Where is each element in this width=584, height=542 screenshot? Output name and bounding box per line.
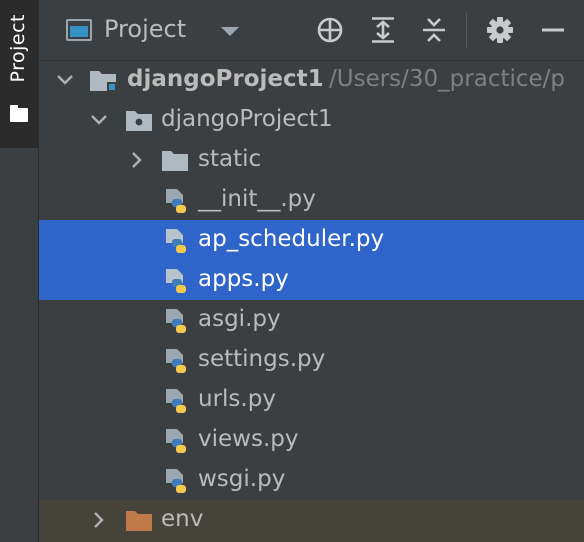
tool-window-strip: Project — [0, 0, 39, 542]
collapse-all-icon[interactable] — [420, 16, 448, 44]
python-file-icon — [166, 469, 186, 493]
python-file-icon — [166, 269, 186, 293]
expand-all-icon[interactable] — [369, 16, 397, 44]
project-tree: djangoProject1 /Users/30_practice/p djan… — [39, 60, 584, 542]
tree-row-file[interactable]: asgi.py — [39, 300, 584, 340]
chevron-down-icon[interactable] — [55, 70, 75, 90]
tree-row-file-selected[interactable]: ap_scheduler.py — [39, 220, 584, 260]
toolbar-separator — [466, 12, 467, 48]
excluded-folder-icon — [126, 511, 152, 531]
root-folder-path: /Users/30_practice/p — [329, 66, 566, 92]
tree-row-file[interactable]: settings.py — [39, 340, 584, 380]
tree-row-file[interactable]: __init__.py — [39, 180, 584, 220]
project-toolbar: Project — [39, 0, 584, 61]
python-file-icon — [166, 189, 186, 213]
tree-row-static[interactable]: static — [39, 140, 584, 180]
python-file-icon — [166, 229, 186, 253]
file-name: wsgi.py — [198, 466, 286, 492]
python-file-icon — [166, 309, 186, 333]
file-name: ap_scheduler.py — [198, 226, 385, 252]
file-name: __init__.py — [198, 186, 316, 212]
folder-icon — [10, 105, 28, 122]
folder-icon — [162, 151, 188, 171]
tree-row-env[interactable]: env — [39, 500, 584, 542]
tree-row-file[interactable]: urls.py — [39, 380, 584, 420]
env-folder-name: env — [161, 506, 204, 532]
tree-row-file-selected[interactable]: apps.py — [39, 260, 584, 300]
module-folder-icon — [90, 71, 116, 91]
python-file-icon — [166, 389, 186, 413]
tree-row-file[interactable]: wsgi.py — [39, 460, 584, 500]
file-name: views.py — [198, 426, 299, 452]
project-tab-label: Project — [7, 14, 29, 83]
project-tool-window-tab[interactable]: Project — [0, 0, 38, 148]
chevron-down-icon[interactable] — [89, 110, 109, 130]
file-name: settings.py — [198, 346, 326, 372]
tree-row-package[interactable]: djangoProject1 — [39, 100, 584, 140]
root-folder-name: djangoProject1 — [127, 66, 324, 92]
gear-icon[interactable] — [486, 16, 514, 44]
tree-row-root[interactable]: djangoProject1 /Users/30_practice/p — [39, 60, 584, 100]
static-folder-name: static — [198, 146, 262, 172]
project-view-icon — [66, 19, 92, 41]
file-name: urls.py — [198, 386, 276, 412]
package-folder-icon — [126, 111, 152, 131]
file-name: asgi.py — [198, 306, 281, 332]
locate-icon[interactable] — [316, 16, 344, 44]
tree-row-file[interactable]: views.py — [39, 420, 584, 460]
python-file-icon — [166, 429, 186, 453]
chevron-right-icon[interactable] — [89, 510, 109, 530]
chevron-right-icon[interactable] — [127, 150, 147, 170]
chevron-down-icon[interactable] — [221, 27, 239, 36]
minimize-icon[interactable] — [539, 16, 567, 44]
view-selector[interactable]: Project — [104, 15, 186, 43]
file-name: apps.py — [198, 266, 289, 292]
package-folder-name: djangoProject1 — [161, 106, 333, 132]
python-file-icon — [166, 349, 186, 373]
